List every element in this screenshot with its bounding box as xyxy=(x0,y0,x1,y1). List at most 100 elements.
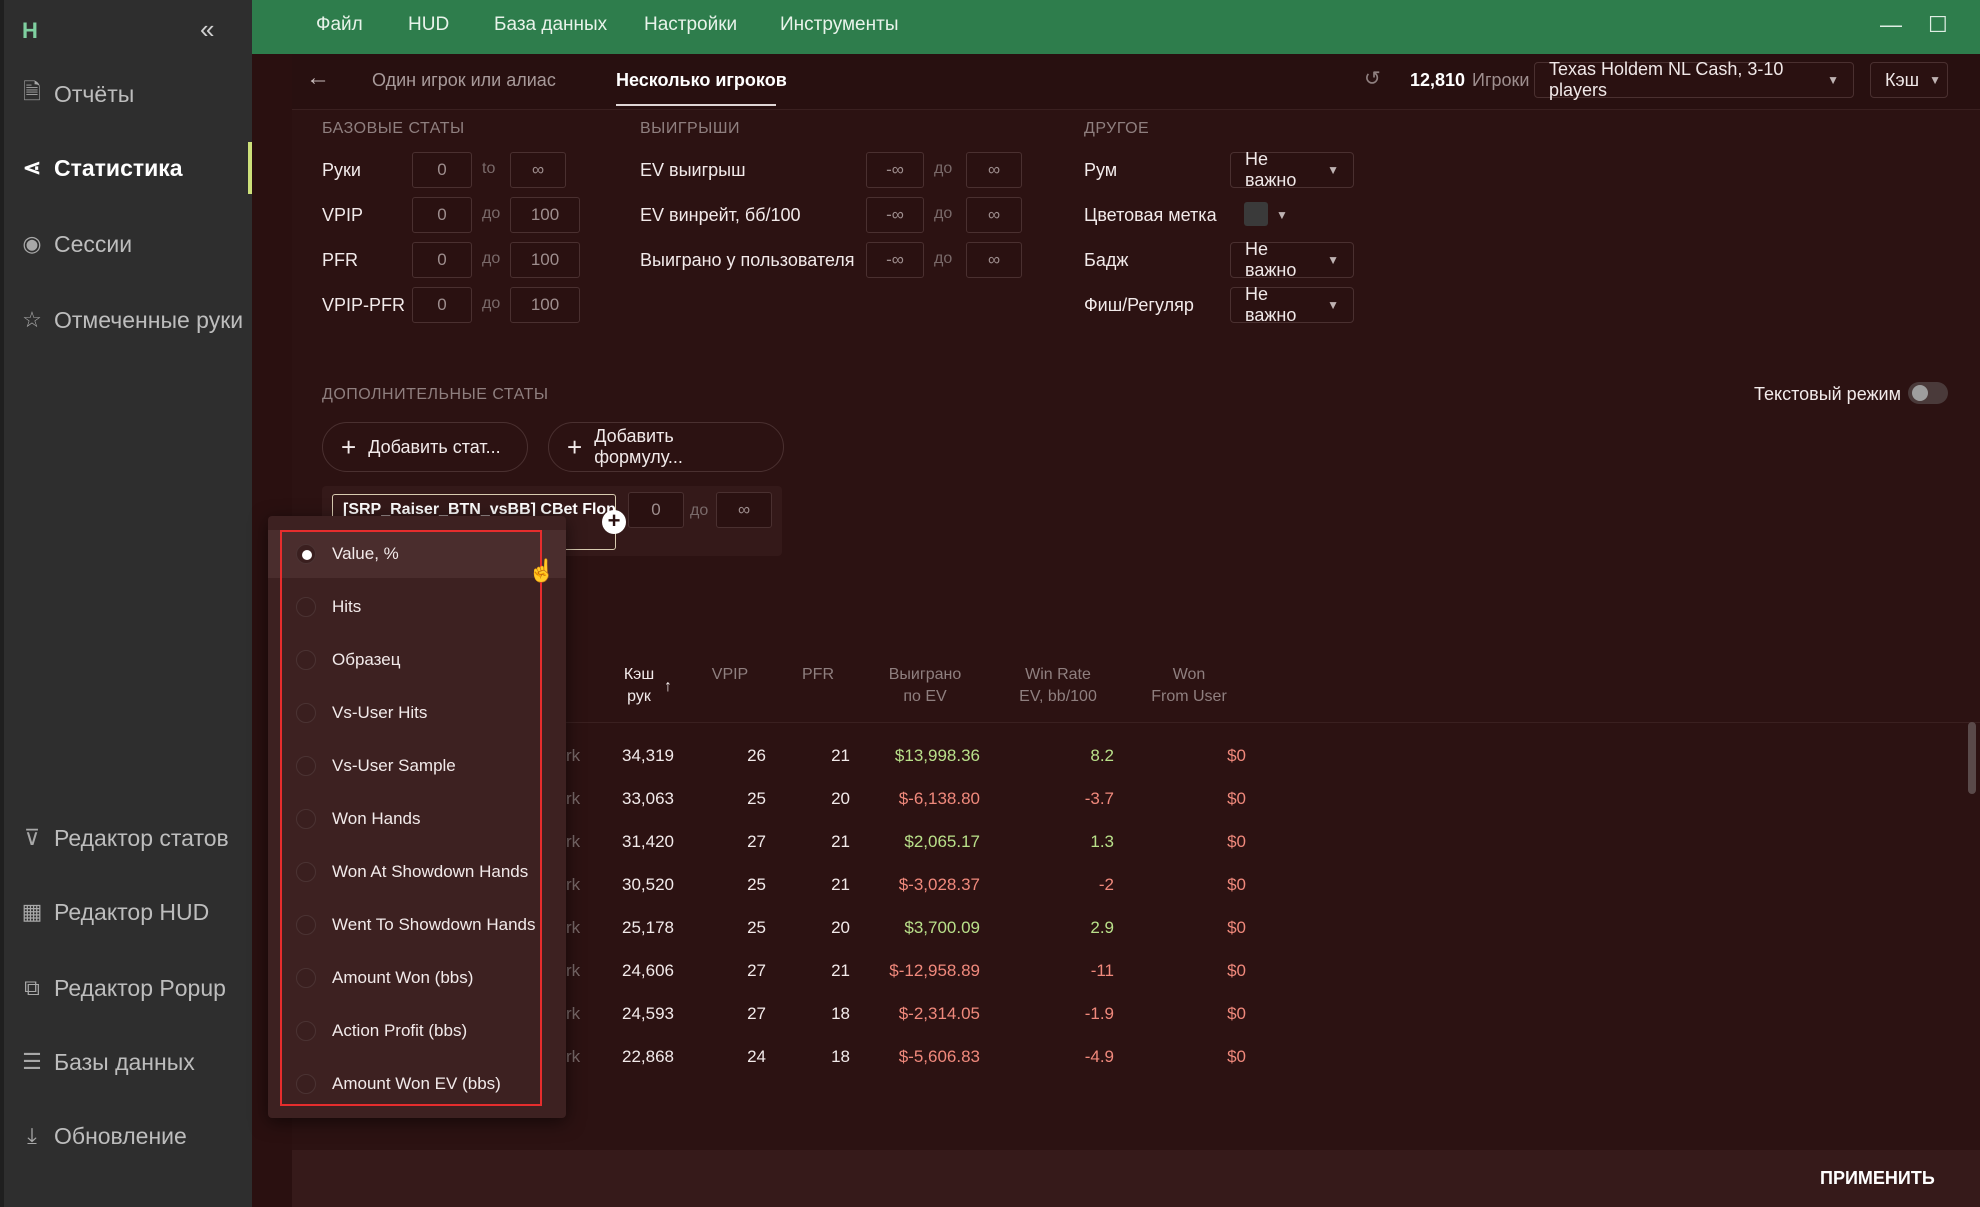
range-sep: to xyxy=(482,160,496,177)
col-won-from-user-line2: From User xyxy=(1151,688,1227,705)
share-icon: ⋖ xyxy=(22,155,42,180)
footer-bar xyxy=(292,1150,1980,1207)
sidebar-item-label: Отчёты xyxy=(54,80,135,107)
broadcast-icon: ◉ xyxy=(22,231,42,256)
ev-winnings-min-input[interactable]: -∞ xyxy=(866,152,924,188)
color-mark-swatch[interactable] xyxy=(1244,202,1268,226)
vpip-cell: 27 xyxy=(747,1004,766,1023)
won-ev-cell: $2,065.17 xyxy=(904,832,980,851)
vpip-pfr-max-input[interactable]: 100 xyxy=(510,287,580,323)
sidebar-item-label: Статистика xyxy=(54,154,183,181)
vpip-max-input[interactable]: 100 xyxy=(510,197,580,233)
winrate-cell: -2 xyxy=(1098,875,1114,894)
badge-select[interactable]: Не важно ▼ xyxy=(1230,239,1354,280)
add-formula-label: Добавить формулу... xyxy=(594,426,683,467)
ev-winrate-min-input[interactable]: -∞ xyxy=(866,197,924,233)
col-vpip[interactable]: VPIP xyxy=(706,664,754,686)
col-won-ev[interactable]: Выиграно по EV xyxy=(880,664,970,708)
room-select[interactable]: Не важно ▼ xyxy=(1230,149,1354,190)
hands-cell: 25,178 xyxy=(622,918,674,937)
menu-tools[interactable]: Инструменты xyxy=(780,14,898,36)
badge-value: Не важно xyxy=(1245,239,1297,280)
hands-min-input[interactable]: 0 xyxy=(412,152,472,188)
fish-regular-select[interactable]: Не важно ▼ xyxy=(1230,284,1354,325)
won-ev-cell: $13,998.36 xyxy=(894,746,980,765)
sidebar-item-statistics[interactable]: ⋖ Статистика xyxy=(20,148,183,188)
add-stat-button[interactable]: + Добавить стат... xyxy=(322,422,528,472)
pfr-cell: 21 xyxy=(831,746,850,765)
sidebar-edge xyxy=(0,0,4,1207)
refresh-icon[interactable]: ↺ xyxy=(1364,66,1381,91)
menu-database[interactable]: База данных xyxy=(494,14,607,36)
tab-single-player[interactable]: Один игрок или алиас xyxy=(372,70,556,91)
hands-max-input[interactable]: ∞ xyxy=(510,152,566,188)
tab-multiple-players[interactable]: Несколько игроков xyxy=(616,70,787,91)
vpip-label: VPIP xyxy=(322,205,364,225)
sidebar-item-popup-editor[interactable]: ⧉ Редактор Popup xyxy=(20,968,226,1008)
chevron-down-icon[interactable]: ▼ xyxy=(1276,208,1288,222)
sort-ascending-icon[interactable]: ↑ xyxy=(660,676,676,698)
won-ev-cell: $-6,138.80 xyxy=(898,789,980,808)
vpip-min-input[interactable]: 0 xyxy=(412,197,472,233)
pfr-cell: 20 xyxy=(831,789,850,808)
ev-winrate-max-input[interactable]: ∞ xyxy=(966,197,1022,233)
winrate-cell: 8.2 xyxy=(1090,746,1114,765)
won-from-user-cell: $0 xyxy=(1227,789,1246,808)
winrate-cell: -4.9 xyxy=(1084,1047,1114,1066)
won-from-user-max-input[interactable]: ∞ xyxy=(966,242,1022,278)
database-icon: ☰ xyxy=(22,1049,42,1074)
sidebar-item-label: Редактор HUD xyxy=(54,898,210,925)
won-from-user-cell: $0 xyxy=(1227,918,1246,937)
sidebar-item-databases[interactable]: ☰ Базы данных xyxy=(20,1042,195,1082)
menu-hud[interactable]: HUD xyxy=(408,14,449,36)
table-scrollbar[interactable] xyxy=(1968,722,1976,794)
won-from-user-min-input[interactable]: -∞ xyxy=(866,242,924,278)
add-circle-icon[interactable]: + xyxy=(602,510,626,534)
game-mode-select[interactable]: Кэш ▼ xyxy=(1870,62,1948,98)
pfr-min-input[interactable]: 0 xyxy=(412,242,472,278)
text-mode-toggle[interactable] xyxy=(1908,382,1948,404)
add-formula-button[interactable]: + Добавить формулу... xyxy=(548,422,784,472)
ev-winnings-max-input[interactable]: ∞ xyxy=(966,152,1022,188)
pfr-max-input[interactable]: 100 xyxy=(510,242,580,278)
back-arrow-icon[interactable]: ← xyxy=(306,64,330,92)
hands-cell: 30,520 xyxy=(622,875,674,894)
won-from-user-label: Выиграно у пользователя xyxy=(640,250,855,270)
player-count: 12,810 xyxy=(1410,70,1466,90)
col-pfr[interactable]: PFR xyxy=(796,664,840,686)
menu-file[interactable]: Файл xyxy=(316,14,363,36)
sidebar-item-marked-hands[interactable]: ☆ Отмеченные руки xyxy=(20,300,243,340)
col-winrate-line2: EV, bb/100 xyxy=(1019,688,1097,705)
chevron-down-icon: ▼ xyxy=(1327,253,1339,267)
minimize-icon[interactable]: — xyxy=(1880,12,1902,38)
won-ev-cell: $-12,958.89 xyxy=(889,961,980,980)
room-label: Рум xyxy=(1084,160,1118,180)
col-hands[interactable]: Кэш рук xyxy=(614,664,664,708)
player-name: rk xyxy=(566,746,581,765)
vpip-pfr-min-input[interactable]: 0 xyxy=(412,287,472,323)
pfr-cell: 21 xyxy=(831,832,850,851)
vpip-cell: 25 xyxy=(747,875,766,894)
collapse-sidebar-button[interactable]: « xyxy=(200,14,214,45)
download-icon: ⤓ xyxy=(27,1123,37,1148)
menu-settings[interactable]: Настройки xyxy=(644,14,737,36)
custom-stat-max-input[interactable]: ∞ xyxy=(716,492,772,528)
sidebar-item-hud-editor[interactable]: ▦ Редактор HUD xyxy=(20,892,210,932)
game-type-select[interactable]: Texas Holdem NL Cash, 3-10 players ▼ xyxy=(1534,59,1854,100)
col-winrate[interactable]: Win Rate EV, bb/100 xyxy=(1012,664,1104,708)
winrate-cell: 1.3 xyxy=(1090,832,1114,851)
sidebar-item-stat-editor[interactable]: ⊽ Редактор статов xyxy=(20,818,229,858)
won-ev-cell: $-5,606.83 xyxy=(898,1047,980,1066)
sidebar-item-reports[interactable]: 🗎 Отчёты xyxy=(20,74,134,114)
col-won-from-user[interactable]: Won From User xyxy=(1144,664,1234,708)
ev-winnings-label: EV выигрыш xyxy=(640,160,746,180)
filter-icon: ⊽ xyxy=(23,825,41,850)
maximize-icon[interactable]: ☐ xyxy=(1928,12,1948,38)
custom-stat-min-input[interactable]: 0 xyxy=(628,492,684,528)
apply-button[interactable]: ПРИМЕНИТЬ xyxy=(1820,1168,1935,1189)
sidebar-item-update[interactable]: ⤓ Обновление xyxy=(20,1116,187,1156)
sidebar-item-sessions[interactable]: ◉ Сессии xyxy=(20,224,132,264)
player-name: rk xyxy=(566,875,581,894)
other-heading: ДРУГОЕ xyxy=(1084,120,1150,137)
vpip-pfr-label: VPIP-PFR xyxy=(322,295,406,315)
